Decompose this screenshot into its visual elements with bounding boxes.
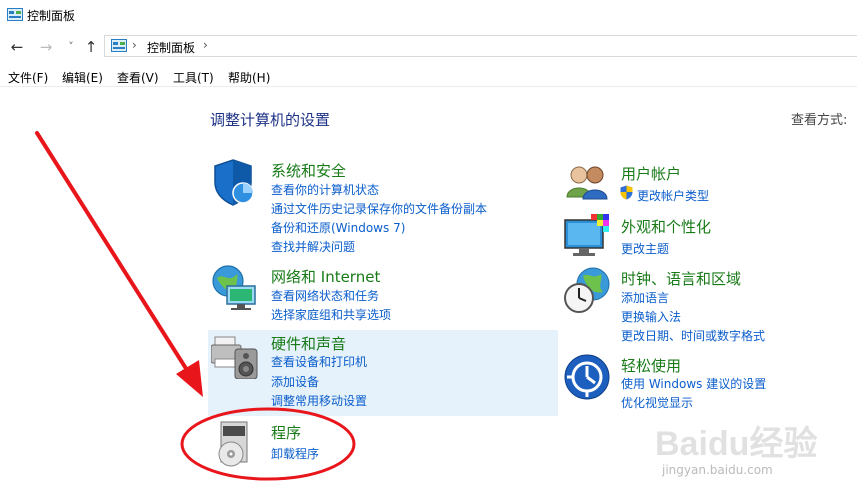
users-icon bbox=[566, 166, 608, 200]
link-backup-restore[interactable]: 备份和还原(Windows 7) bbox=[271, 219, 405, 236]
window-title: 控制面板 bbox=[27, 9, 76, 23]
forward-button[interactable]: → bbox=[37, 37, 55, 57]
category-title[interactable]: 系统和安全 bbox=[271, 160, 346, 181]
category-title[interactable]: 用户帐户 bbox=[621, 163, 681, 184]
shield-icon bbox=[214, 159, 254, 206]
back-button[interactable]: ← bbox=[8, 37, 26, 57]
link-optimize-visual-display[interactable]: 优化视觉显示 bbox=[621, 394, 693, 411]
link-homegroup-sharing[interactable]: 选择家庭组和共享选项 bbox=[271, 306, 391, 323]
programs-disc-icon bbox=[218, 421, 248, 467]
monitor-palette-icon bbox=[564, 214, 609, 256]
link-uninstall-program[interactable]: 卸载程序 bbox=[271, 445, 319, 462]
page-title: 调整计算机的设置 bbox=[210, 111, 331, 129]
category-title[interactable]: 外观和个性化 bbox=[621, 216, 711, 237]
watermark-site: jingyan.baidu.com bbox=[662, 463, 773, 477]
link-recommended-settings[interactable]: 使用 Windows 建议的设置 bbox=[621, 375, 766, 392]
up-button[interactable]: ↑ bbox=[82, 37, 100, 57]
link-mobility-settings[interactable]: 调整常用移动设置 bbox=[271, 392, 367, 409]
link-file-history-backup[interactable]: 通过文件历史记录保存你的文件备份副本 bbox=[271, 200, 487, 217]
menu-edit[interactable]: 编辑(E) bbox=[62, 69, 103, 86]
link-add-device[interactable]: 添加设备 bbox=[271, 373, 319, 390]
control-panel-icon bbox=[7, 8, 23, 21]
link-view-computer-status[interactable]: 查看你的计算机状态 bbox=[271, 181, 379, 198]
menu-view[interactable]: 查看(V) bbox=[117, 69, 159, 86]
address-bar[interactable]: › 控制面板 › bbox=[104, 35, 857, 57]
category-title[interactable]: 程序 bbox=[271, 422, 301, 443]
chevron-right-icon[interactable]: › bbox=[203, 38, 208, 52]
category-title[interactable]: 硬件和声音 bbox=[271, 333, 346, 354]
link-add-language[interactable]: 添加语言 bbox=[621, 289, 669, 306]
hover-highlight bbox=[208, 330, 558, 416]
network-globe-icon bbox=[212, 265, 256, 310]
link-change-account-type[interactable]: 更改帐户类型 bbox=[637, 187, 709, 204]
menu-help[interactable]: 帮助(H) bbox=[228, 69, 270, 86]
clock-globe-icon bbox=[564, 267, 610, 313]
link-troubleshoot[interactable]: 查找并解决问题 bbox=[271, 238, 355, 255]
chevron-right-icon[interactable]: › bbox=[132, 38, 137, 52]
menu-bar: 文件(F) 编辑(E) 查看(V) 工具(T) 帮助(H) bbox=[0, 64, 857, 87]
printer-speaker-icon bbox=[211, 336, 258, 379]
link-network-status[interactable]: 查看网络状态和任务 bbox=[271, 287, 379, 304]
link-change-input-method[interactable]: 更换输入法 bbox=[621, 308, 681, 325]
link-devices-printers[interactable]: 查看设备和打印机 bbox=[271, 353, 367, 370]
menu-tools[interactable]: 工具(T) bbox=[173, 69, 214, 86]
annotation-circle bbox=[180, 407, 356, 481]
title-bar: 控制面板 bbox=[0, 0, 857, 32]
recent-locations-button[interactable]: ˅ bbox=[62, 37, 80, 57]
watermark-brand: Baidu经验 bbox=[655, 424, 817, 463]
link-change-date-time-format[interactable]: 更改日期、时间或数字格式 bbox=[621, 327, 765, 344]
uac-shield-icon bbox=[620, 185, 633, 200]
link-change-theme[interactable]: 更改主题 bbox=[621, 240, 669, 257]
menu-file[interactable]: 文件(F) bbox=[8, 69, 48, 86]
control-panel-icon bbox=[111, 39, 127, 52]
ease-of-access-icon bbox=[564, 354, 610, 400]
breadcrumb-control-panel[interactable]: 控制面板 bbox=[147, 39, 195, 56]
category-title[interactable]: 网络和 Internet bbox=[271, 266, 380, 287]
navigation-bar: ← → ˅ ↑ › 控制面板 › bbox=[0, 33, 857, 61]
category-title[interactable]: 时钟、语言和区域 bbox=[621, 268, 741, 289]
view-by-label: 查看方式: bbox=[791, 113, 848, 128]
category-title[interactable]: 轻松使用 bbox=[621, 355, 681, 376]
